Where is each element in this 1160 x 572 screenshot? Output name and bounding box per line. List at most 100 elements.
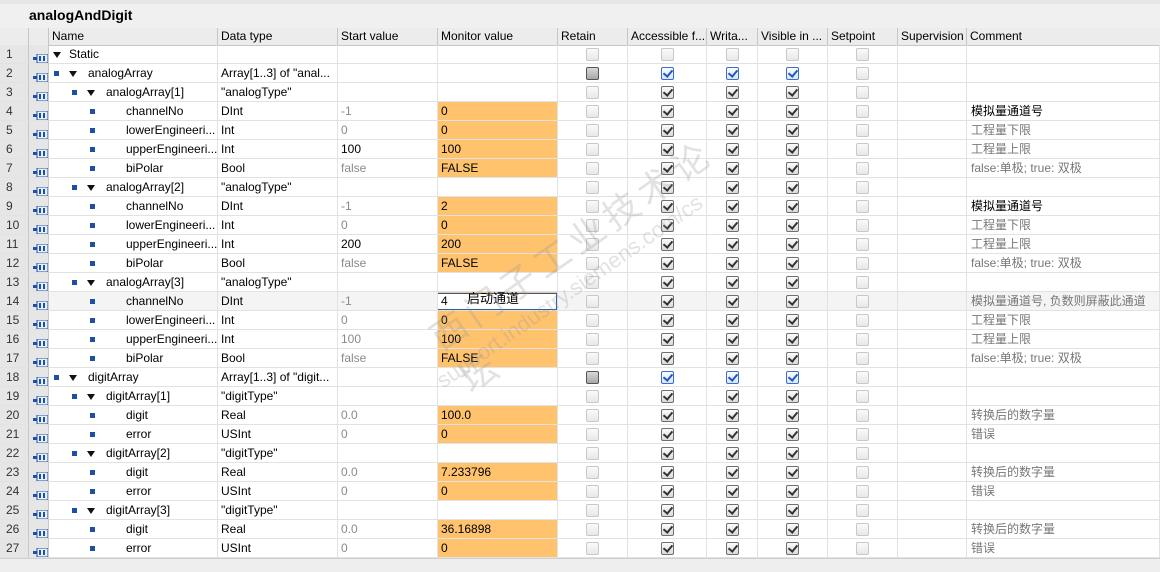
accessible-checkbox[interactable]	[661, 371, 674, 384]
start-value-cell[interactable]: 100	[338, 140, 438, 159]
writable-checkbox[interactable]	[726, 238, 739, 251]
accessible-checkbox[interactable]	[661, 276, 674, 289]
setpoint-checkbox[interactable]	[856, 352, 869, 365]
accessible-checkbox[interactable]	[661, 504, 674, 517]
header-visible[interactable]: Visible in ...	[758, 28, 828, 45]
setpoint-checkbox[interactable]	[856, 485, 869, 498]
writable-checkbox[interactable]	[726, 257, 739, 270]
data-type-cell[interactable]: USInt	[218, 425, 338, 444]
name-cell[interactable]: digit	[49, 520, 218, 539]
data-type-cell[interactable]: "digitType"	[218, 444, 338, 463]
table-row[interactable]: 4 channelNo DInt -1 0 模拟量通道号	[0, 102, 1160, 121]
table-row[interactable]: 7 biPolar Bool false FALSE false:单极; true: 双极	[0, 159, 1160, 178]
writable-checkbox[interactable]	[726, 276, 739, 289]
accessible-checkbox[interactable]	[661, 48, 674, 61]
comment-cell[interactable]: 工程量上限	[967, 235, 1160, 254]
table-row[interactable]: 9 channelNo DInt -1 2 模拟量通道号	[0, 197, 1160, 216]
visible-checkbox[interactable]	[786, 390, 799, 403]
table-row[interactable]: 24 error USInt 0 0 错误	[0, 482, 1160, 501]
setpoint-checkbox[interactable]	[856, 86, 869, 99]
setpoint-checkbox[interactable]	[856, 295, 869, 308]
name-cell[interactable]: lowerEngineeri...	[49, 121, 218, 140]
expand-triangle-icon[interactable]	[53, 52, 61, 58]
data-type-cell[interactable]: DInt	[218, 292, 338, 311]
visible-checkbox[interactable]	[786, 447, 799, 460]
writable-checkbox[interactable]	[726, 523, 739, 536]
comment-cell[interactable]	[967, 444, 1160, 463]
retain-checkbox[interactable]	[586, 447, 599, 460]
accessible-checkbox[interactable]	[661, 428, 674, 441]
expand-triangle-icon[interactable]	[87, 280, 95, 286]
table-row[interactable]: 20 digit Real 0.0 100.0 转换后的数字量	[0, 406, 1160, 425]
start-value-cell[interactable]: 0	[338, 539, 438, 558]
retain-checkbox[interactable]	[586, 86, 599, 99]
visible-checkbox[interactable]	[786, 428, 799, 441]
comment-cell[interactable]: 错误	[967, 482, 1160, 501]
expand-triangle-icon[interactable]	[87, 451, 95, 457]
visible-checkbox[interactable]	[786, 523, 799, 536]
data-type-cell[interactable]: Bool	[218, 349, 338, 368]
accessible-checkbox[interactable]	[661, 485, 674, 498]
visible-checkbox[interactable]	[786, 124, 799, 137]
start-value-cell[interactable]	[338, 368, 438, 387]
visible-checkbox[interactable]	[786, 504, 799, 517]
accessible-checkbox[interactable]	[661, 219, 674, 232]
writable-checkbox[interactable]	[726, 447, 739, 460]
visible-checkbox[interactable]	[786, 333, 799, 346]
visible-checkbox[interactable]	[786, 542, 799, 555]
visible-checkbox[interactable]	[786, 409, 799, 422]
visible-checkbox[interactable]	[786, 48, 799, 61]
comment-cell[interactable]: 错误	[967, 425, 1160, 444]
name-cell[interactable]: lowerEngineeri...	[49, 216, 218, 235]
header-start-value[interactable]: Start value	[338, 28, 438, 45]
setpoint-checkbox[interactable]	[856, 390, 869, 403]
retain-checkbox[interactable]	[586, 276, 599, 289]
monitor-value-cell[interactable]: FALSE	[438, 254, 558, 273]
retain-checkbox[interactable]	[586, 162, 599, 175]
supervision-cell[interactable]	[898, 102, 967, 121]
comment-cell[interactable]: 转换后的数字量	[967, 520, 1160, 539]
data-type-cell[interactable]: "analogType"	[218, 83, 338, 102]
accessible-checkbox[interactable]	[661, 67, 674, 80]
monitor-value-cell[interactable]	[438, 501, 558, 520]
start-value-cell[interactable]	[338, 444, 438, 463]
name-cell[interactable]: upperEngineeri...	[49, 140, 218, 159]
expand-triangle-icon[interactable]	[69, 375, 77, 381]
supervision-cell[interactable]	[898, 406, 967, 425]
visible-checkbox[interactable]	[786, 105, 799, 118]
writable-checkbox[interactable]	[726, 428, 739, 441]
start-value-cell[interactable]: false	[338, 159, 438, 178]
monitor-value-cell[interactable]	[438, 444, 558, 463]
start-value-cell[interactable]	[338, 273, 438, 292]
supervision-cell[interactable]	[898, 45, 967, 64]
monitor-edit-field[interactable]: 4 启动通道	[438, 292, 557, 310]
writable-checkbox[interactable]	[726, 124, 739, 137]
start-value-cell[interactable]	[338, 387, 438, 406]
setpoint-checkbox[interactable]	[856, 162, 869, 175]
comment-cell[interactable]: 工程量下限	[967, 121, 1160, 140]
data-type-cell[interactable]: Array[1..3] of "anal...	[218, 64, 338, 83]
accessible-checkbox[interactable]	[661, 314, 674, 327]
header-setpoint[interactable]: Setpoint	[828, 28, 898, 45]
start-value-cell[interactable]	[338, 178, 438, 197]
setpoint-checkbox[interactable]	[856, 219, 869, 232]
data-type-cell[interactable]: Int	[218, 330, 338, 349]
accessible-checkbox[interactable]	[661, 447, 674, 460]
monitor-value-cell[interactable]	[438, 83, 558, 102]
setpoint-checkbox[interactable]	[856, 409, 869, 422]
writable-checkbox[interactable]	[726, 371, 739, 384]
start-value-cell[interactable]: 0	[338, 482, 438, 501]
setpoint-checkbox[interactable]	[856, 276, 869, 289]
writable-checkbox[interactable]	[726, 542, 739, 555]
name-cell[interactable]: upperEngineeri...	[49, 235, 218, 254]
table-row[interactable]: 17 biPolar Bool false FALSE false:单极; true: 双…	[0, 349, 1160, 368]
writable-checkbox[interactable]	[726, 333, 739, 346]
retain-checkbox[interactable]	[586, 390, 599, 403]
expand-triangle-icon[interactable]	[69, 71, 77, 77]
setpoint-checkbox[interactable]	[856, 124, 869, 137]
data-type-cell[interactable]: Int	[218, 216, 338, 235]
start-value-cell[interactable]	[338, 64, 438, 83]
comment-cell[interactable]: 转换后的数字量	[967, 463, 1160, 482]
monitor-value-cell[interactable]: 36.16898	[438, 520, 558, 539]
header-supervision[interactable]: Supervision	[898, 28, 967, 45]
